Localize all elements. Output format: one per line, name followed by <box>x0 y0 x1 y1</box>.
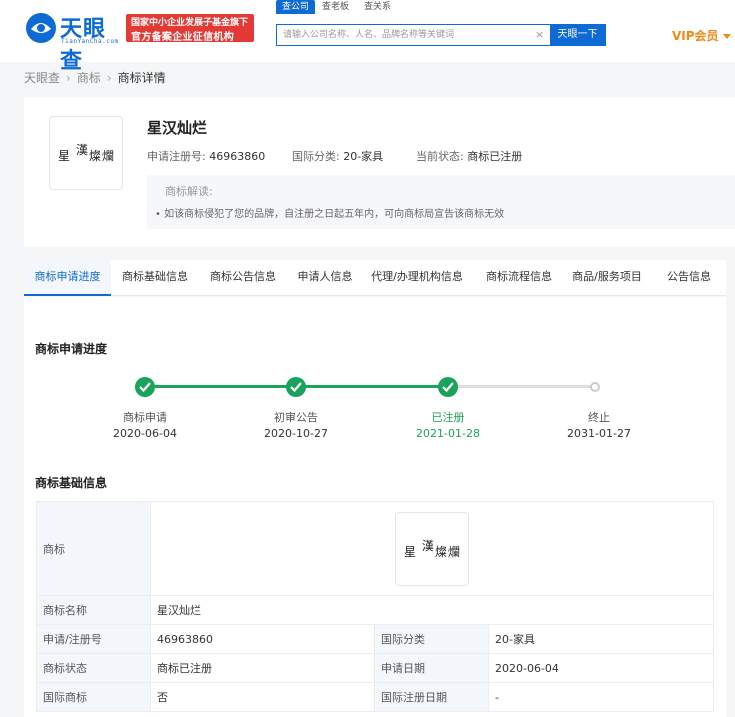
step-label: 终止 <box>588 411 610 424</box>
step-date: 2020-06-04 <box>113 427 177 440</box>
tab-process[interactable]: 商标流程信息 <box>478 260 560 296</box>
vip-label: VIP会员 <box>672 29 719 43</box>
tab-notices[interactable]: 公告信息 <box>658 260 720 296</box>
table-key: 商标状态 <box>36 653 151 683</box>
table-value: 20-家具 <box>488 624 714 654</box>
breadcrumb-trademark[interactable]: 商标 <box>77 71 101 85</box>
table-key: 国际分类 <box>374 624 489 654</box>
table-key: 国际商标 <box>36 682 151 712</box>
search-button[interactable]: 天眼一下 <box>550 25 605 45</box>
basic-info-table: 商标 星 漢燦爛 商标名称 星汉灿烂 申请/注册号 46963860 国际分类 … <box>36 501 714 712</box>
step-pending-icon <box>590 382 600 392</box>
search-tab-boss[interactable]: 查老板 <box>322 0 349 14</box>
tab-agency[interactable]: 代理/办理机构信息 <box>368 260 466 296</box>
breadcrumb-current: 商标详情 <box>117 71 166 85</box>
step-label: 商标申请 <box>123 411 167 424</box>
trademark-logo-glyphs: 星 漢燦爛 <box>58 143 115 163</box>
table-row: 商标 星 漢燦爛 <box>36 501 714 596</box>
step-label: 初审公告 <box>274 411 318 424</box>
step-date: 2021-01-28 <box>416 427 480 440</box>
tab-progress[interactable]: 商标申请进度 <box>24 260 111 296</box>
table-value: - <box>488 682 714 712</box>
table-key: 商标 <box>36 501 151 596</box>
table-row: 国际商标 否 国际注册日期 - <box>36 682 714 712</box>
table-value: 2020-06-04 <box>488 653 714 683</box>
breadcrumb: 天眼查 › 商标 › 商标详情 <box>24 71 166 85</box>
tab-announcement[interactable]: 商标公告信息 <box>202 260 284 296</box>
breadcrumb-home[interactable]: 天眼查 <box>24 71 60 85</box>
basic-info-section-title: 商标基础信息 <box>35 476 108 490</box>
badge-line2: 官方备案企业征信机构 <box>131 32 234 43</box>
trademark-logo: 星 漢燦爛 <box>49 116 123 190</box>
table-value: 否 <box>150 682 375 712</box>
step-date: 2031-01-27 <box>567 427 631 440</box>
official-badge: 国家中小企业发展子基金旗下 官方备案企业征信机构 <box>126 14 254 43</box>
table-key: 申请/注册号 <box>36 624 151 654</box>
top-header: 天眼查 TianYanCha.com 国家中小企业发展子基金旗下 官方备案企业征… <box>0 0 735 74</box>
table-value: 商标已注册 <box>150 653 375 683</box>
table-key: 商标名称 <box>36 595 151 625</box>
table-value: 星汉灿烂 <box>150 595 714 625</box>
notice-text: • 如该商标侵犯了您的品牌，自注册之日起五年内，可向商标局宣告该商标无效 <box>155 209 505 220</box>
trademark-image-glyphs: 星 漢燦爛 <box>404 538 461 559</box>
table-value-logo: 星 漢燦爛 <box>150 501 714 596</box>
logo-domain: TianYanCha.com <box>61 38 119 45</box>
step-check-icon <box>286 377 306 397</box>
progress-section-title: 商标申请进度 <box>35 342 108 356</box>
table-value: 46963860 <box>150 624 375 654</box>
step-check-icon <box>438 377 458 397</box>
site-logo[interactable]: 天眼查 TianYanCha.com <box>24 11 124 74</box>
search-box: × 天眼一下 <box>276 24 606 46</box>
search-tab-relation[interactable]: 查关系 <box>364 0 391 14</box>
notice-title: 商标解读: <box>165 185 213 198</box>
step-date: 2020-10-27 <box>264 427 328 440</box>
trademark-image: 星 漢燦爛 <box>395 511 469 586</box>
vip-member-menu[interactable]: VIP会员 <box>672 27 731 44</box>
clear-icon[interactable]: × <box>535 28 544 41</box>
progress-line-pending <box>452 385 596 388</box>
trademark-name: 星汉灿烂 <box>147 119 208 137</box>
trademark-notice: 商标解读: • 如该商标侵犯了您的品牌，自注册之日起五年内，可向商标局宣告该商标… <box>147 175 735 229</box>
table-key: 国际注册日期 <box>374 682 489 712</box>
step-label: 已注册 <box>431 411 465 424</box>
meta-status: 当前状态: 商标已注册 <box>416 150 523 163</box>
eye-logo-icon <box>26 13 56 43</box>
tab-content: 商标申请进度 商标申请 2020-06-04 初审公告 2020-10-27 已… <box>24 297 726 717</box>
caret-down-icon <box>722 34 731 39</box>
detail-tabs: 商标申请进度 商标基础信息 商标公告信息 申请人信息 代理/办理机构信息 商标流… <box>24 260 726 296</box>
table-key: 申请日期 <box>374 653 489 683</box>
tab-applicant[interactable]: 申请人信息 <box>290 260 360 296</box>
tab-basic-info[interactable]: 商标基础信息 <box>114 260 196 296</box>
badge-line1: 国家中小企业发展子基金旗下 <box>131 18 249 28</box>
search-tab-company[interactable]: 查公司 <box>276 0 316 14</box>
tab-goods-services[interactable]: 商品/服务项目 <box>566 260 648 296</box>
meta-intl-class: 国际分类: 20-家具 <box>292 150 384 163</box>
search-input[interactable] <box>277 25 547 45</box>
table-row: 申请/注册号 46963860 国际分类 20-家具 <box>36 624 714 654</box>
step-check-icon <box>135 377 155 397</box>
table-row: 商标状态 商标已注册 申请日期 2020-06-04 <box>36 653 714 683</box>
table-row: 商标名称 星汉灿烂 <box>36 595 714 625</box>
trademark-summary-card: 星 漢燦爛 星汉灿烂 申请注册号: 46963860 国际分类: 20-家具 当… <box>24 97 735 247</box>
meta-reg-no: 申请注册号: 46963860 <box>147 150 266 163</box>
